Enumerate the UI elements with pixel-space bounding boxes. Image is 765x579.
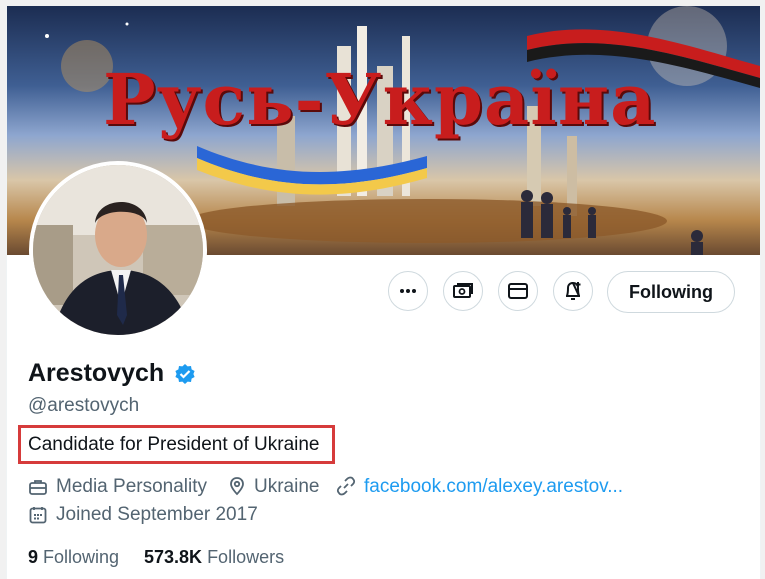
notifications-button[interactable] <box>553 271 593 311</box>
profile-location: Ukraine <box>254 476 320 497</box>
following-count: 9 <box>28 547 39 567</box>
avatar-photo <box>33 165 203 335</box>
following-stat[interactable]: 9 Following <box>28 547 119 568</box>
message-button[interactable] <box>498 271 538 311</box>
bell-plus-icon <box>566 281 581 300</box>
verified-badge-icon[interactable] <box>174 363 196 385</box>
profile-bio: Candidate for President of Ukraine <box>28 434 320 455</box>
profile-card: Русь-Україна Following Arestovych @arest… <box>6 6 761 579</box>
followers-count: 573.8K <box>144 547 203 567</box>
profile-category: Media Personality <box>56 476 208 497</box>
more-horizontal-icon <box>400 289 416 293</box>
profile-name: Arestovych <box>28 359 165 387</box>
link-icon <box>336 476 356 496</box>
followers-stat-label: Followers <box>207 547 285 567</box>
location-pin-icon <box>230 477 244 496</box>
more-options-button[interactable] <box>388 271 428 311</box>
avatar[interactable] <box>29 161 207 339</box>
profile-website-link[interactable]: facebook.com/alexey.arestov... <box>364 476 623 498</box>
followers-stat[interactable]: 573.8K Followers <box>144 547 284 568</box>
banner-title: Русь-Україна <box>103 58 657 141</box>
money-icon <box>453 283 473 298</box>
following-button[interactable]: Following <box>607 271 735 313</box>
subscribe-button[interactable] <box>443 271 483 311</box>
profile-joined-date: Joined September 2017 <box>56 504 258 525</box>
envelope-icon <box>508 283 528 299</box>
following-stat-label: Following <box>43 547 120 567</box>
briefcase-icon <box>29 480 47 495</box>
calendar-icon <box>29 507 47 524</box>
profile-handle: @arestovych <box>28 395 140 416</box>
